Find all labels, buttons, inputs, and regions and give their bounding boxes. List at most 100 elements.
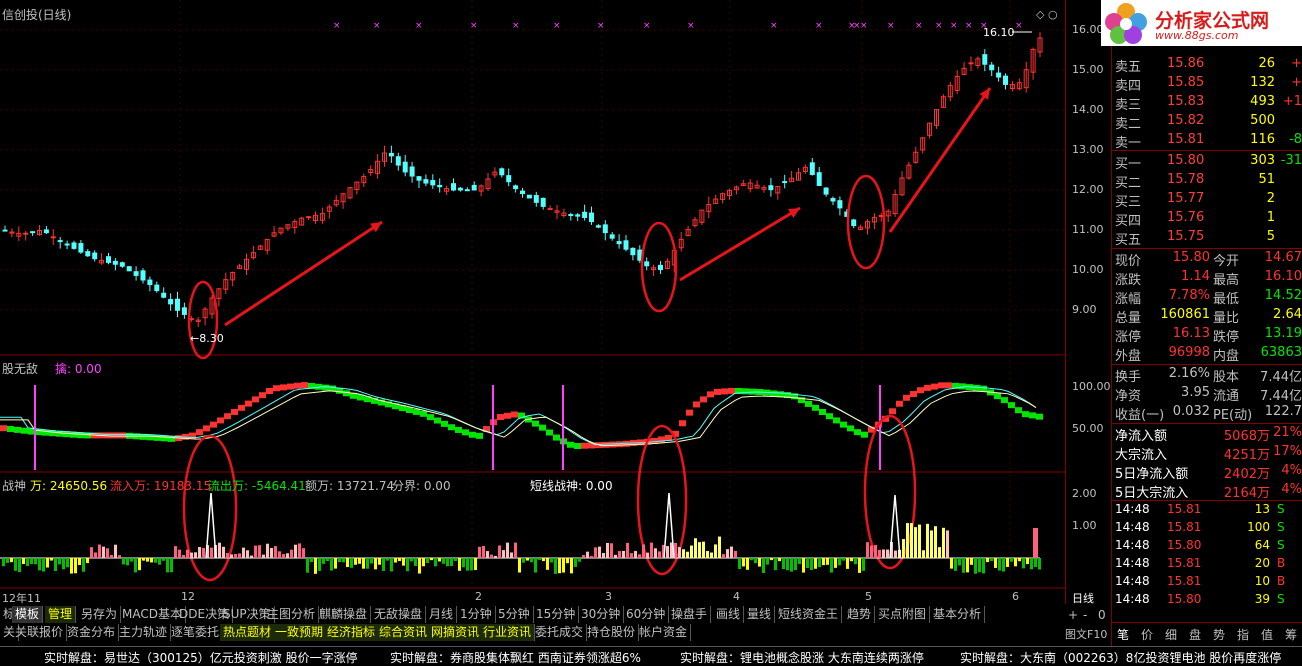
sidebar-tab[interactable]: 笔 <box>1117 626 1129 643</box>
sidebar-tab[interactable]: 指 <box>1237 626 1249 643</box>
flow-bar <box>738 558 741 570</box>
flow-bar <box>518 558 521 573</box>
ticker-item[interactable]: 实时解盘：券商股集体飘红 西南证券领涨超6% <box>390 649 641 666</box>
flow-bar <box>374 558 377 570</box>
tab-tabbar2-8[interactable]: 综合资讯 <box>376 624 432 641</box>
tab-tabbar1-20[interactable]: 趋势 <box>844 606 876 623</box>
zoom-out-button[interactable]: - <box>1083 608 1087 622</box>
tab-tabbar2-5[interactable]: 热点题材 <box>220 624 276 641</box>
sidebar-tab[interactable]: 细 <box>1165 626 1177 643</box>
tab-tabbar1-13[interactable]: 15分钟 <box>533 606 580 623</box>
flow-pct: 21% <box>1273 425 1302 440</box>
zoom-in-button[interactable]: + <box>1068 608 1078 622</box>
flow-bar <box>706 550 709 558</box>
tab-tabbar1-2[interactable]: 管理 <box>45 606 77 623</box>
tab-tabbar1-16[interactable]: 操盘手 <box>668 606 712 623</box>
sidebar-tab[interactable]: 盘 <box>1189 626 1201 643</box>
zoom-reset-button[interactable]: 0 <box>1098 608 1106 622</box>
sidebar-tab[interactable]: 价 <box>1141 626 1153 643</box>
tab-tabbar1-9[interactable]: 无敌操盘 <box>371 606 427 623</box>
price-tick: 16.00 <box>1072 23 1104 36</box>
tab-tabbar2-10[interactable]: 行业资讯 <box>480 624 536 641</box>
candle-body <box>582 211 588 219</box>
flow-bar <box>286 553 289 558</box>
period-label[interactable]: 日线 <box>1072 590 1094 606</box>
tab-tabbar2-12[interactable]: 持仓股份 <box>584 624 640 641</box>
flow-bar <box>954 558 957 571</box>
indicator1-step <box>567 441 574 448</box>
tab-tabbar1-7[interactable]: 主图分析 <box>264 606 320 623</box>
bid-label: 买四 <box>1115 214 1142 229</box>
tab-tabbar1-10[interactable]: 月线 <box>426 606 458 623</box>
tab-tabbar2-2[interactable]: 资金分布 <box>64 624 120 641</box>
tab-tabbar1-15[interactable]: 60分钟 <box>623 606 670 623</box>
indicator1-step <box>245 400 252 407</box>
sidebar-tab[interactable]: 势 <box>1213 626 1225 643</box>
flow-bar <box>530 558 533 563</box>
tab-tabbar1-3[interactable]: 另存为 <box>78 606 122 623</box>
flow-bar <box>366 558 369 569</box>
tab-tabbar2-4[interactable]: 逐笔委托 <box>168 624 224 641</box>
flow-bar <box>34 558 37 565</box>
tab-tabbar1-19[interactable]: 短线资金王 <box>775 606 843 623</box>
candle-body <box>133 271 139 276</box>
indicator2-short: 短线战神: 0.00 <box>530 479 613 493</box>
tab-tabbar1-12[interactable]: 5分钟 <box>495 606 534 623</box>
tab-tabbar2-9[interactable]: 网摘资讯 <box>428 624 484 641</box>
tab-tabbar2-3[interactable]: 主力轨迹 <box>116 624 172 641</box>
tab-tabbar2-6[interactable]: 一致预期 <box>272 624 328 641</box>
candle-body <box>2 229 8 232</box>
fundamental-value: 7.44亿 <box>1260 389 1302 404</box>
flow-bar <box>682 549 685 558</box>
ask-volume: 116 <box>1250 132 1275 147</box>
top-marker: × <box>643 21 651 31</box>
tab-tabbar1-8[interactable]: 麒麟操盘 <box>316 606 372 623</box>
f10-tab[interactable]: 图文F10 <box>1065 626 1111 642</box>
flow-row: 5日净流入额 2402万 4% <box>1115 462 1302 482</box>
tick-price: 15.81 <box>1167 502 1202 516</box>
tab-tabbar1-22[interactable]: 基本分析 <box>930 606 986 623</box>
tick-volume: 20 <box>1254 556 1270 570</box>
flow-bar <box>550 558 553 563</box>
flow-bar <box>782 558 785 570</box>
flow-bar <box>14 558 17 571</box>
quote-value: 160861 <box>1160 307 1210 322</box>
indicator2-wan: 万: 24650.56 <box>30 479 108 493</box>
flow-bar <box>282 554 285 558</box>
tab-tabbar1-18[interactable]: 量线 <box>744 606 776 623</box>
tab-tabbar1-1[interactable]: 模板 <box>12 606 44 623</box>
candle-body <box>499 168 505 176</box>
tick-side: B <box>1277 556 1286 570</box>
sidebar-tab[interactable]: 值 <box>1261 626 1273 643</box>
trade-tick-row: 14:48 15.80 64 S <box>1115 537 1302 555</box>
tab-tabbar2-7[interactable]: 经济指标 <box>324 624 380 641</box>
ticker-item[interactable]: 实时解盘：锂电池概念股涨 大东南连续两涨停 <box>680 649 924 666</box>
bid-price: 15.80 <box>1167 153 1205 168</box>
top-marker: × <box>815 21 823 31</box>
flow-bar <box>730 546 733 558</box>
fundamental-value: 7.44亿 <box>1260 370 1302 385</box>
indicator1-step <box>210 421 217 428</box>
flow-bar <box>858 558 861 573</box>
tab-tabbar2-1[interactable]: 关联报价 <box>12 624 68 641</box>
tab-tabbar2-11[interactable]: 委托成交 <box>532 624 588 641</box>
tab-tabbar1-14[interactable]: 30分钟 <box>578 606 625 623</box>
tab-tabbar1-11[interactable]: 1分钟 <box>457 606 496 623</box>
flow-bar <box>230 554 233 558</box>
flow-bar <box>102 546 105 558</box>
news-ticker[interactable]: 实时解盘：易世达（300125）亿元投资刺激 股价一字涨停 实时解盘：券商股集体… <box>0 646 1302 666</box>
ticker-item[interactable]: 实时解盘：大东南（002263）8亿投资锂电池 股价再度涨停 <box>960 649 1281 666</box>
ask-label: 卖四 <box>1115 79 1142 94</box>
candle-body <box>782 181 788 184</box>
sidebar-tab[interactable]: 筹 <box>1285 626 1297 643</box>
tab-tabbar1-17[interactable]: 画线 <box>713 606 745 623</box>
flow-bar <box>498 545 501 558</box>
top-marker: × <box>887 21 895 31</box>
ticker-item[interactable]: 实时解盘：易世达（300125）亿元投资刺激 股价一字涨停 <box>44 649 358 666</box>
chart-area[interactable]: × × × × × × × × × × × × × × × × × × × × × ◇ ○ 信创投(日线) 16.10 ←8… <box>0 0 1065 604</box>
flow-bar <box>194 552 197 558</box>
tab-tabbar2-13[interactable]: 帐户资金 <box>636 624 692 641</box>
tab-tabbar1-21[interactable]: 买点附图 <box>875 606 931 623</box>
candlestick-chart[interactable]: × × × × × × × × × × × ×× × × × × × × × ×◇ ○ <box>0 0 1065 604</box>
indicator1-step <box>1008 402 1015 409</box>
